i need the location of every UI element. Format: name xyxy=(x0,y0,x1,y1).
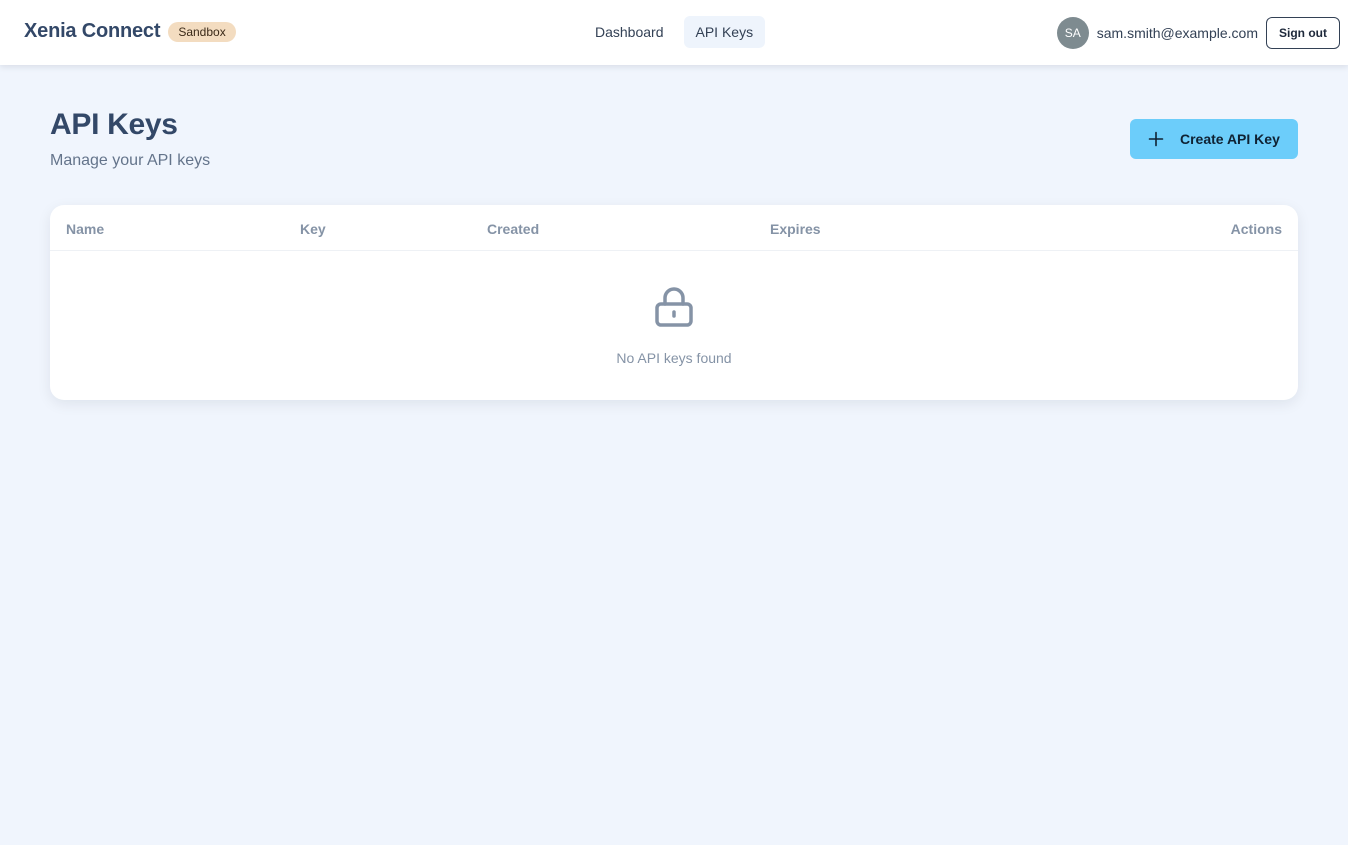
empty-state: No API keys found xyxy=(50,251,1298,400)
empty-state-message: No API keys found xyxy=(616,350,732,366)
page-title: API Keys xyxy=(50,108,178,141)
brand-name[interactable]: Xenia Connect xyxy=(24,20,161,43)
column-header-actions: Actions xyxy=(1230,221,1282,237)
plus-icon xyxy=(1148,131,1164,147)
create-api-key-label: Create API Key xyxy=(1180,131,1280,147)
sign-out-button[interactable]: Sign out xyxy=(1266,17,1340,49)
lock-icon xyxy=(655,287,693,327)
user-menu: SA sam.smith@example.com Sign out xyxy=(1056,17,1340,49)
avatar[interactable]: SA xyxy=(1056,17,1089,49)
column-header-created: Created xyxy=(487,221,540,237)
create-api-key-button[interactable]: Create API Key xyxy=(1130,119,1298,159)
top-navbar: Xenia Connect Sandbox Dashboard API Keys… xyxy=(0,0,1348,65)
table-header: Name Key Created Expires Actions xyxy=(50,205,1298,251)
brand: Xenia Connect Sandbox xyxy=(24,20,236,43)
column-header-expires: Expires xyxy=(770,221,821,237)
nav-link-api-keys[interactable]: API Keys xyxy=(683,16,766,48)
column-header-name: Name xyxy=(66,221,105,237)
main-nav: Dashboard API Keys xyxy=(583,16,766,48)
user-email: sam.smith@example.com xyxy=(1096,25,1258,41)
column-header-key: Key xyxy=(300,221,326,237)
nav-link-dashboard[interactable]: Dashboard xyxy=(583,16,676,48)
environment-badge: Sandbox xyxy=(168,21,236,42)
page-subtitle: Manage your API keys xyxy=(50,152,211,169)
api-keys-table: Name Key Created Expires Actions No API … xyxy=(50,205,1298,400)
